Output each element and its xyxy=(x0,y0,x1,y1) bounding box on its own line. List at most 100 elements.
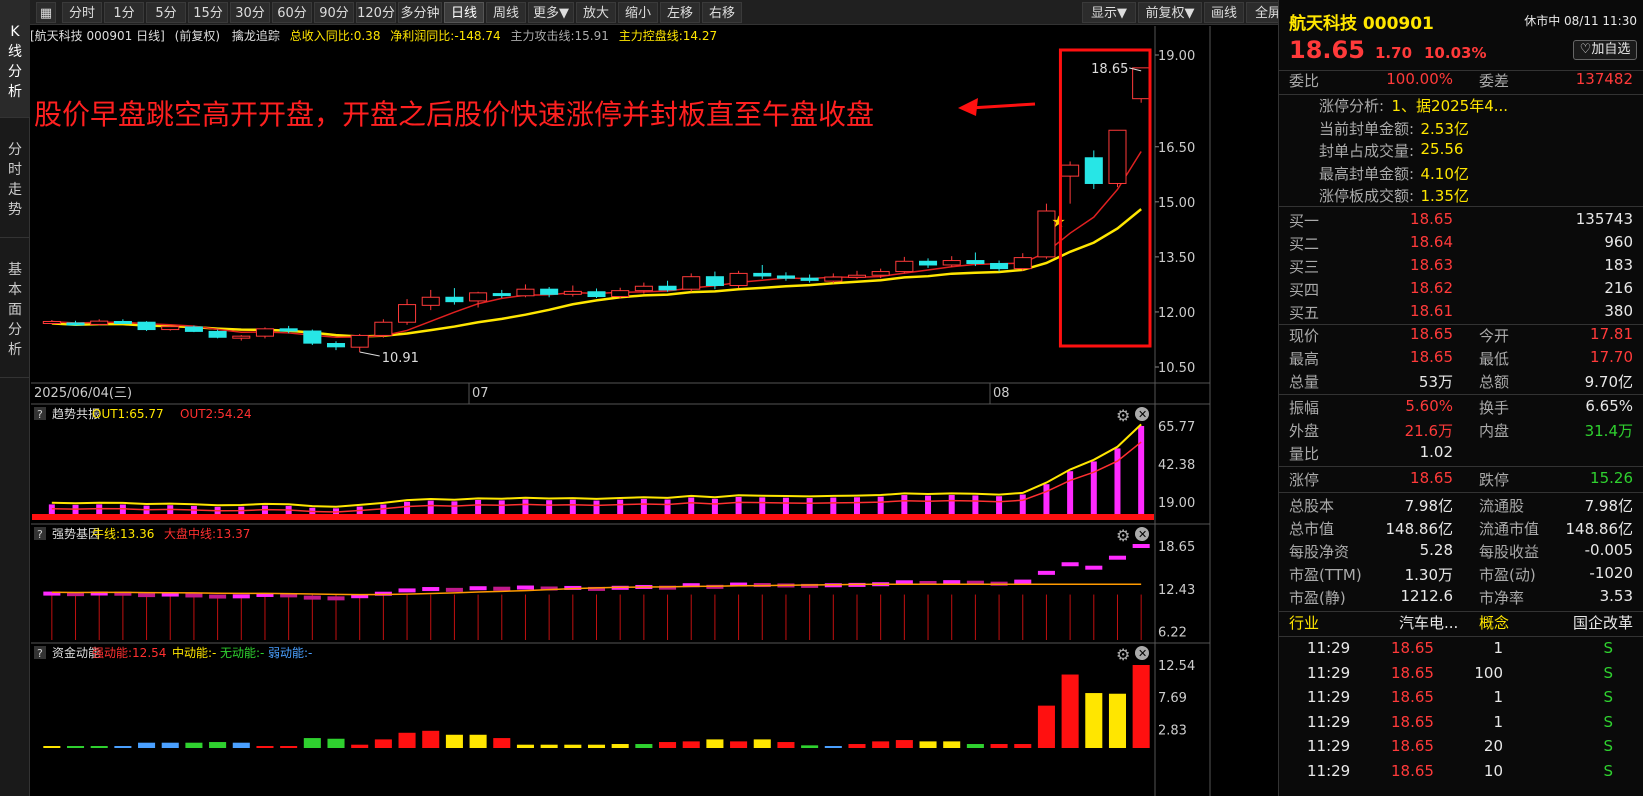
candle-body xyxy=(990,262,1009,270)
candle xyxy=(421,289,440,311)
candle-body xyxy=(587,291,606,298)
candle-body xyxy=(634,285,653,292)
ma5-line xyxy=(51,151,1142,338)
trend-bar xyxy=(546,500,553,514)
candle-body xyxy=(729,272,748,287)
order-ratio-value2: 137482 xyxy=(1575,70,1633,88)
candle xyxy=(161,325,180,331)
tick-price: 18.65 xyxy=(1391,639,1434,657)
candle-body xyxy=(919,260,938,266)
stat-value2: 148.86亿 xyxy=(1565,520,1634,538)
stat-value1: 148.86亿 xyxy=(1385,520,1454,538)
fund-bar xyxy=(469,734,487,748)
fund-bar xyxy=(706,739,724,748)
candle-body xyxy=(658,285,677,291)
trend-bar xyxy=(640,498,647,514)
trend-bar xyxy=(451,501,458,514)
trend-bar xyxy=(688,497,695,514)
stat-value1: 5.28 xyxy=(1419,541,1453,559)
trend-bar xyxy=(569,499,576,514)
industry-label: 行业 xyxy=(1289,614,1320,632)
candle xyxy=(919,258,938,268)
panel-l2: 大盘中线:13.37 xyxy=(164,526,250,541)
trend-bar xyxy=(1114,448,1121,514)
candle-body xyxy=(753,272,772,277)
strong-bar xyxy=(1132,544,1150,548)
fund-bar xyxy=(374,739,392,748)
candle-body xyxy=(895,260,914,273)
bid-volume: 960 xyxy=(1604,233,1633,251)
stat-label1: 总股本 xyxy=(1289,497,1335,515)
add-watchlist-button[interactable]: ♡加自选 xyxy=(1573,40,1637,60)
candle-body xyxy=(966,260,985,264)
tick-price: 18.65 xyxy=(1391,663,1434,682)
candle xyxy=(113,319,132,324)
trend-bar xyxy=(972,495,979,514)
strong-bar xyxy=(493,586,511,591)
candle xyxy=(753,264,772,279)
fund-tick: 7.69 xyxy=(1158,691,1187,706)
candle xyxy=(1013,253,1032,271)
candle xyxy=(208,329,227,339)
tick-time: 11:29 xyxy=(1307,663,1351,682)
trend-bar xyxy=(901,495,908,514)
candle-body xyxy=(445,296,464,303)
separator xyxy=(1279,636,1643,637)
current-price: 18.65 xyxy=(1289,36,1365,64)
separator xyxy=(1279,394,1643,395)
close-x: ✕ xyxy=(1138,647,1147,660)
order-ratio-value1: 100.00% xyxy=(1386,70,1453,88)
y-tick-label: 15.00 xyxy=(1158,196,1195,211)
tick-side: S xyxy=(1603,737,1613,755)
candle xyxy=(587,288,606,298)
tick-time: 11:29 xyxy=(1307,737,1351,755)
concept-value[interactable]: 国企改革 xyxy=(1573,612,1633,633)
stat-label1: 振幅 xyxy=(1289,399,1320,417)
candle-body xyxy=(303,330,322,344)
high-label: 18.65 xyxy=(1091,62,1128,77)
stat-label1: 量比 xyxy=(1289,445,1320,463)
fund-bar xyxy=(540,744,558,748)
stat-value1: 18.65 xyxy=(1410,469,1453,487)
strong-tick: 6.22 xyxy=(1158,626,1187,641)
stat-label1: 最高 xyxy=(1289,350,1320,368)
fund-bar xyxy=(659,742,677,748)
candle-body xyxy=(776,275,795,279)
candle-body xyxy=(42,320,61,324)
strong-bar xyxy=(327,596,345,601)
trend-bar xyxy=(877,496,884,514)
gear-icon: ⚙ xyxy=(1116,406,1130,425)
candle xyxy=(563,285,582,297)
arrow-head xyxy=(958,98,978,116)
strong-bar xyxy=(138,593,156,598)
stat-value2: -1020 xyxy=(1589,564,1633,582)
candle-body xyxy=(682,276,701,290)
stat-value1: 21.6万 xyxy=(1404,422,1453,440)
candle-body xyxy=(847,274,867,278)
candle xyxy=(776,272,795,281)
panel-help-mark: ? xyxy=(37,528,43,541)
candle-body xyxy=(90,320,109,325)
strong-bar xyxy=(1085,565,1103,570)
stock-name: 航天科技 000901 xyxy=(1289,14,1434,34)
strong-bar xyxy=(398,588,416,593)
stat-label2: 最低 xyxy=(1479,350,1510,368)
fund-bar xyxy=(114,746,132,748)
fund-bar xyxy=(848,744,866,748)
gear-icon: ⚙ xyxy=(1116,526,1130,545)
candle-body xyxy=(1084,157,1103,184)
separator xyxy=(1279,466,1643,467)
candle xyxy=(398,299,417,325)
quote-panel: 航天科技 000901 休市中 08/11 11:30 18.65 1.70 10.03… xyxy=(1278,0,1643,796)
trend-bar xyxy=(404,501,411,514)
fund-bar xyxy=(730,741,748,748)
trend-bar xyxy=(948,494,955,514)
x-tick-label: 07 xyxy=(472,386,489,401)
candle-body xyxy=(350,334,369,348)
candle xyxy=(492,289,511,298)
tick-time: 11:29 xyxy=(1307,761,1351,780)
trend-bar xyxy=(1138,426,1145,514)
industry-value[interactable]: 汽车电... xyxy=(1399,612,1458,633)
candle-body xyxy=(705,276,724,287)
trend-bar xyxy=(759,497,766,514)
